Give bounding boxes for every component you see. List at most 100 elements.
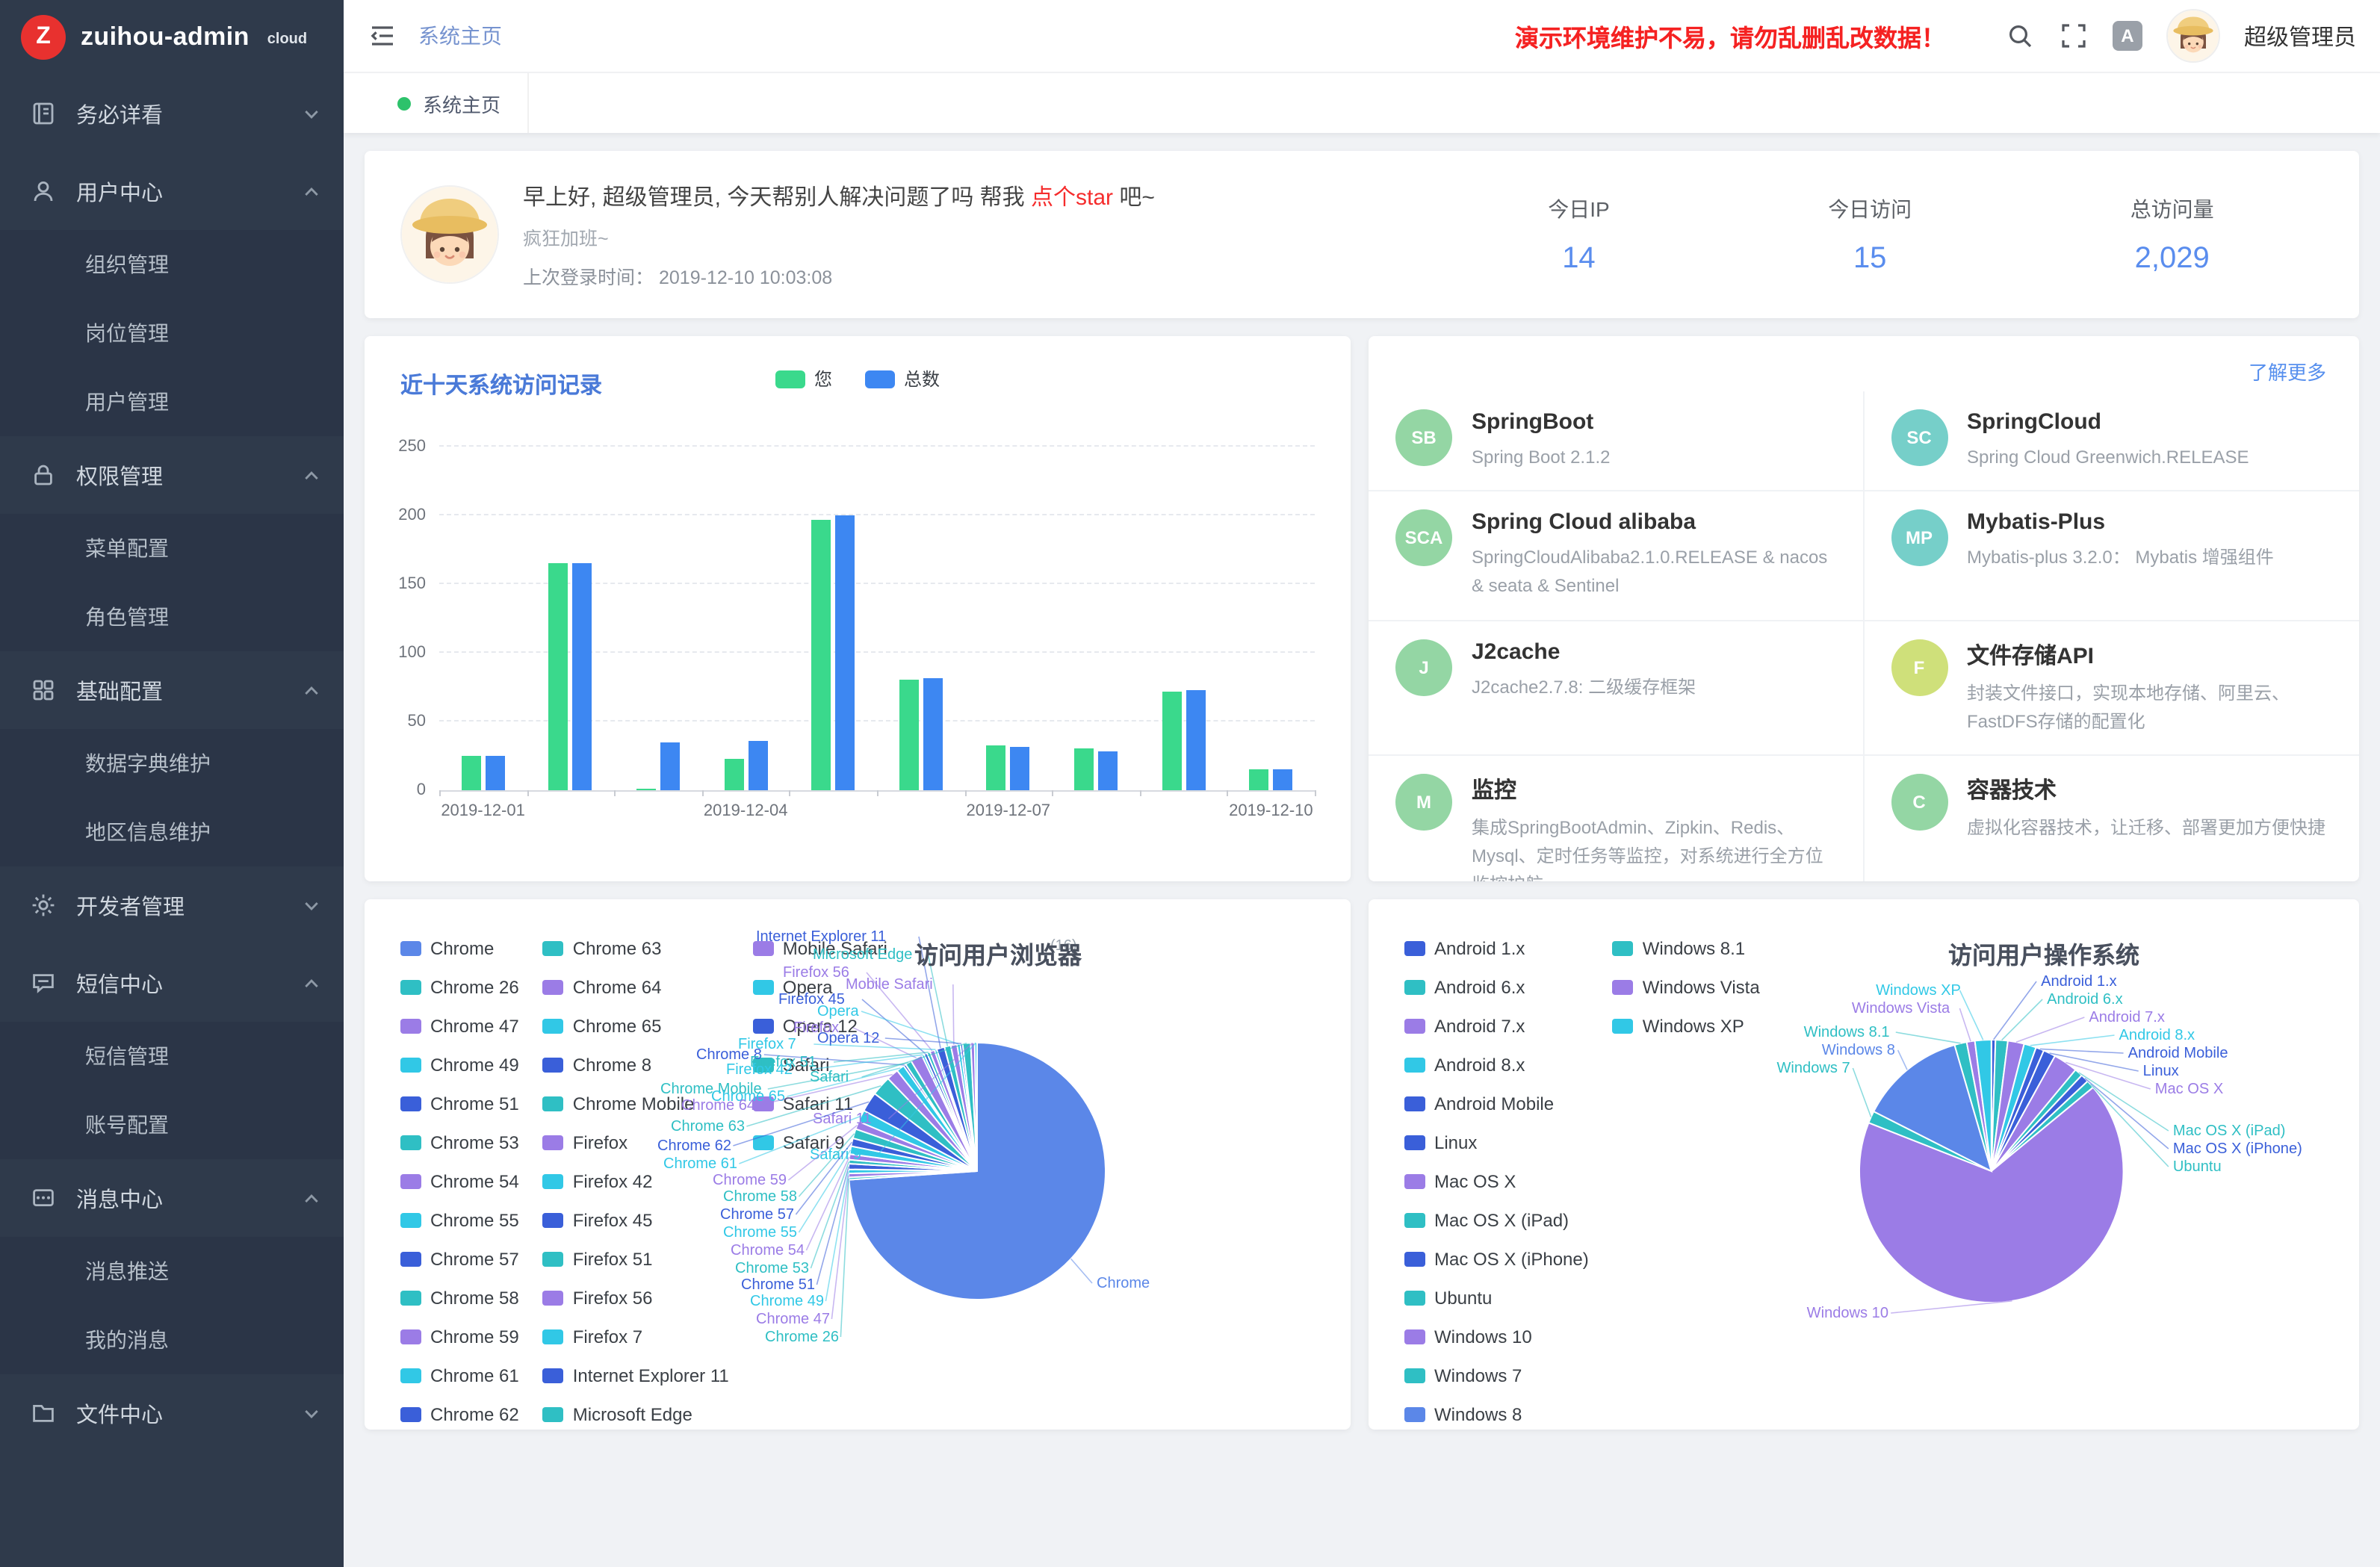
sidebar-item-must-read[interactable]: 务必详看 (0, 75, 344, 152)
legend-item[interactable]: Firefox 56 (543, 1288, 729, 1309)
legend-item[interactable]: Android 1.x (1404, 938, 1589, 959)
legend-item[interactable]: Firefox (543, 1132, 729, 1153)
legend-item[interactable]: Opera (753, 977, 887, 998)
legend-item[interactable]: Chrome 26 (400, 977, 519, 998)
greeting-stats: 今日IP14今日访问15总访问量2,029 (1439, 193, 2323, 276)
breadcrumb[interactable]: 系统主页 (418, 21, 502, 51)
legend-item[interactable]: Safari 9 (753, 1132, 887, 1153)
pie-slice-Windows 10 (1859, 1087, 2124, 1303)
legend-item[interactable]: Chrome 57 (400, 1249, 519, 1270)
legend-label: Ubuntu (1434, 1288, 1492, 1309)
legend-item[interactable]: Android 8.x (1404, 1055, 1589, 1076)
legend-item[interactable]: 总数 (865, 366, 940, 391)
tech-item[interactable]: C容器技术虚拟化容器技术，让迁移、部署更加方便快捷 (1864, 756, 2359, 881)
browser-pie-title: 访问用户浏览器 (914, 935, 1082, 971)
legend-swatch (543, 1096, 564, 1111)
legend-item[interactable]: Chrome 8 (543, 1055, 729, 1076)
legend-item[interactable]: Chrome 61 (400, 1365, 519, 1386)
sidebar-subitem[interactable]: 短信管理 (0, 1022, 344, 1090)
tech-avatar: F (1891, 639, 1947, 695)
pie-label: Linux (2143, 1063, 2179, 1079)
x-axis-tick (790, 790, 791, 796)
legend-item[interactable]: Chrome 64 (543, 977, 729, 998)
user-avatar[interactable] (2166, 9, 2220, 63)
legend-item[interactable]: Windows 7 (1404, 1365, 1589, 1386)
star-link[interactable]: 点个star (1031, 184, 1113, 210)
sidebar-item-developer[interactable]: 开发者管理 (0, 866, 344, 944)
sidebar-subitem[interactable]: 岗位管理 (0, 299, 344, 367)
chevron-up-icon (303, 1190, 320, 1206)
legend-item[interactable]: Chrome 55 (400, 1210, 519, 1231)
sidebar-subitem[interactable]: 组织管理 (0, 230, 344, 299)
search-icon[interactable] (2005, 21, 2035, 51)
legend-item[interactable]: Safari (753, 1055, 887, 1076)
legend-item[interactable]: Firefox 7 (543, 1326, 729, 1347)
legend-item[interactable]: Chrome 62 (400, 1404, 519, 1425)
legend-item[interactable]: Chrome 47 (400, 1016, 519, 1037)
tech-item[interactable]: F文件存储API封装文件接口，实现本地存储、阿里云、FastDFS存储的配置化 (1864, 621, 2359, 756)
legend-item[interactable]: Firefox 51 (543, 1249, 729, 1270)
sidebar-item-permission[interactable]: 权限管理 (0, 436, 344, 514)
sidebar-subitem[interactable]: 地区信息维护 (0, 798, 344, 866)
legend-item[interactable]: Mobile Safari (753, 938, 887, 959)
legend-item[interactable]: 您 (775, 366, 832, 391)
sidebar-item-label: 消息中心 (76, 1182, 284, 1214)
legend-item[interactable]: Chrome 58 (400, 1288, 519, 1309)
font-size-icon[interactable]: A (2113, 21, 2142, 51)
tab-home[interactable]: 系统主页 (371, 73, 529, 133)
legend-item[interactable]: Mac OS X (iPad) (1404, 1210, 1589, 1231)
legend-item[interactable]: Linux (1404, 1132, 1589, 1153)
sidebar-collapse-icon[interactable] (368, 21, 397, 51)
sidebar-subitem[interactable]: 账号配置 (0, 1090, 344, 1159)
legend-item[interactable]: Windows XP (1613, 1016, 1760, 1037)
legend-item[interactable]: Windows Vista (1613, 977, 1760, 998)
legend-item[interactable]: Android 7.x (1404, 1016, 1589, 1037)
legend-item[interactable]: Firefox 42 (543, 1171, 729, 1192)
legend-item[interactable]: Microsoft Edge (543, 1404, 729, 1425)
legend-item[interactable]: Chrome 53 (400, 1132, 519, 1153)
sidebar-subitem[interactable]: 用户管理 (0, 367, 344, 436)
legend-item[interactable]: Chrome Mobile (543, 1093, 729, 1114)
sidebar-subitem[interactable]: 角色管理 (0, 583, 344, 651)
sidebar-subitem[interactable]: 菜单配置 (0, 514, 344, 583)
legend-item[interactable]: Windows 8.1 (1613, 938, 1760, 959)
legend-item[interactable]: Windows 10 (1404, 1326, 1589, 1347)
tech-item-desc: 集成SpringBootAdmin、Zipkin、Redis、Mysql、定时任… (1472, 814, 1835, 881)
legend-item[interactable]: Firefox 45 (543, 1210, 729, 1231)
legend-item[interactable]: Chrome 65 (543, 1016, 729, 1037)
legend-item[interactable]: Chrome 59 (400, 1326, 519, 1347)
sidebar-item-message-center[interactable]: 消息中心 (0, 1159, 344, 1237)
legend-item[interactable]: Mac OS X (iPhone) (1404, 1249, 1589, 1270)
username[interactable]: 超级管理员 (2244, 20, 2356, 52)
legend-item[interactable]: Chrome 63 (543, 938, 729, 959)
legend-item[interactable]: Android 6.x (1404, 977, 1589, 998)
tech-item[interactable]: SCASpring Cloud alibabaSpringCloudAlibab… (1369, 491, 1864, 621)
tech-item[interactable]: M监控集成SpringBootAdmin、Zipkin、Redis、Mysql、… (1369, 756, 1864, 881)
tech-item[interactable]: JJ2cacheJ2cache2.7.8: 二级缓存框架 (1369, 621, 1864, 756)
sidebar-subitem[interactable]: 我的消息 (0, 1306, 344, 1374)
sidebar-item-sms-center[interactable]: 短信中心 (0, 944, 344, 1022)
app-logo[interactable]: Z zuihou-admin cloud (0, 0, 344, 75)
sidebar-item-basic-config[interactable]: 基础配置 (0, 651, 344, 729)
legend-item[interactable]: Mac OS X (1404, 1171, 1589, 1192)
learn-more-link[interactable]: 了解更多 (2249, 357, 2326, 385)
legend-item[interactable]: Chrome 49 (400, 1055, 519, 1076)
legend-item[interactable]: Ubuntu (1404, 1288, 1589, 1309)
legend-item[interactable]: Chrome (400, 938, 519, 959)
sidebar-subitem[interactable]: 消息推送 (0, 1237, 344, 1306)
legend-item[interactable]: Chrome 51 (400, 1093, 519, 1114)
legend-item[interactable]: Opera 12 (753, 1016, 887, 1037)
fullscreen-icon[interactable] (2059, 21, 2089, 51)
sidebar-item-user-center[interactable]: 用户中心 (0, 152, 344, 230)
tech-item[interactable]: SBSpringBootSpring Boot 2.1.2 (1369, 391, 1864, 491)
legend-item[interactable]: Chrome 54 (400, 1171, 519, 1192)
legend-item[interactable]: Windows 8 (1404, 1404, 1589, 1425)
sidebar-item-file-center[interactable]: 文件中心 (0, 1374, 344, 1452)
legend-item[interactable]: Internet Explorer 11 (543, 1365, 729, 1386)
legend-item[interactable]: Android Mobile (1404, 1093, 1589, 1114)
legend-item[interactable]: Safari 11 (753, 1093, 887, 1114)
tech-item[interactable]: SCSpringCloudSpring Cloud Greenwich.RELE… (1864, 391, 2359, 491)
tech-item[interactable]: MPMybatis-PlusMybatis-plus 3.2.0： Mybati… (1864, 491, 2359, 621)
greeting-prefix: 早上好, 超级管理员, 今天帮别人解决问题了吗 帮我 (523, 184, 1031, 210)
sidebar-subitem[interactable]: 数据字典维护 (0, 729, 344, 798)
